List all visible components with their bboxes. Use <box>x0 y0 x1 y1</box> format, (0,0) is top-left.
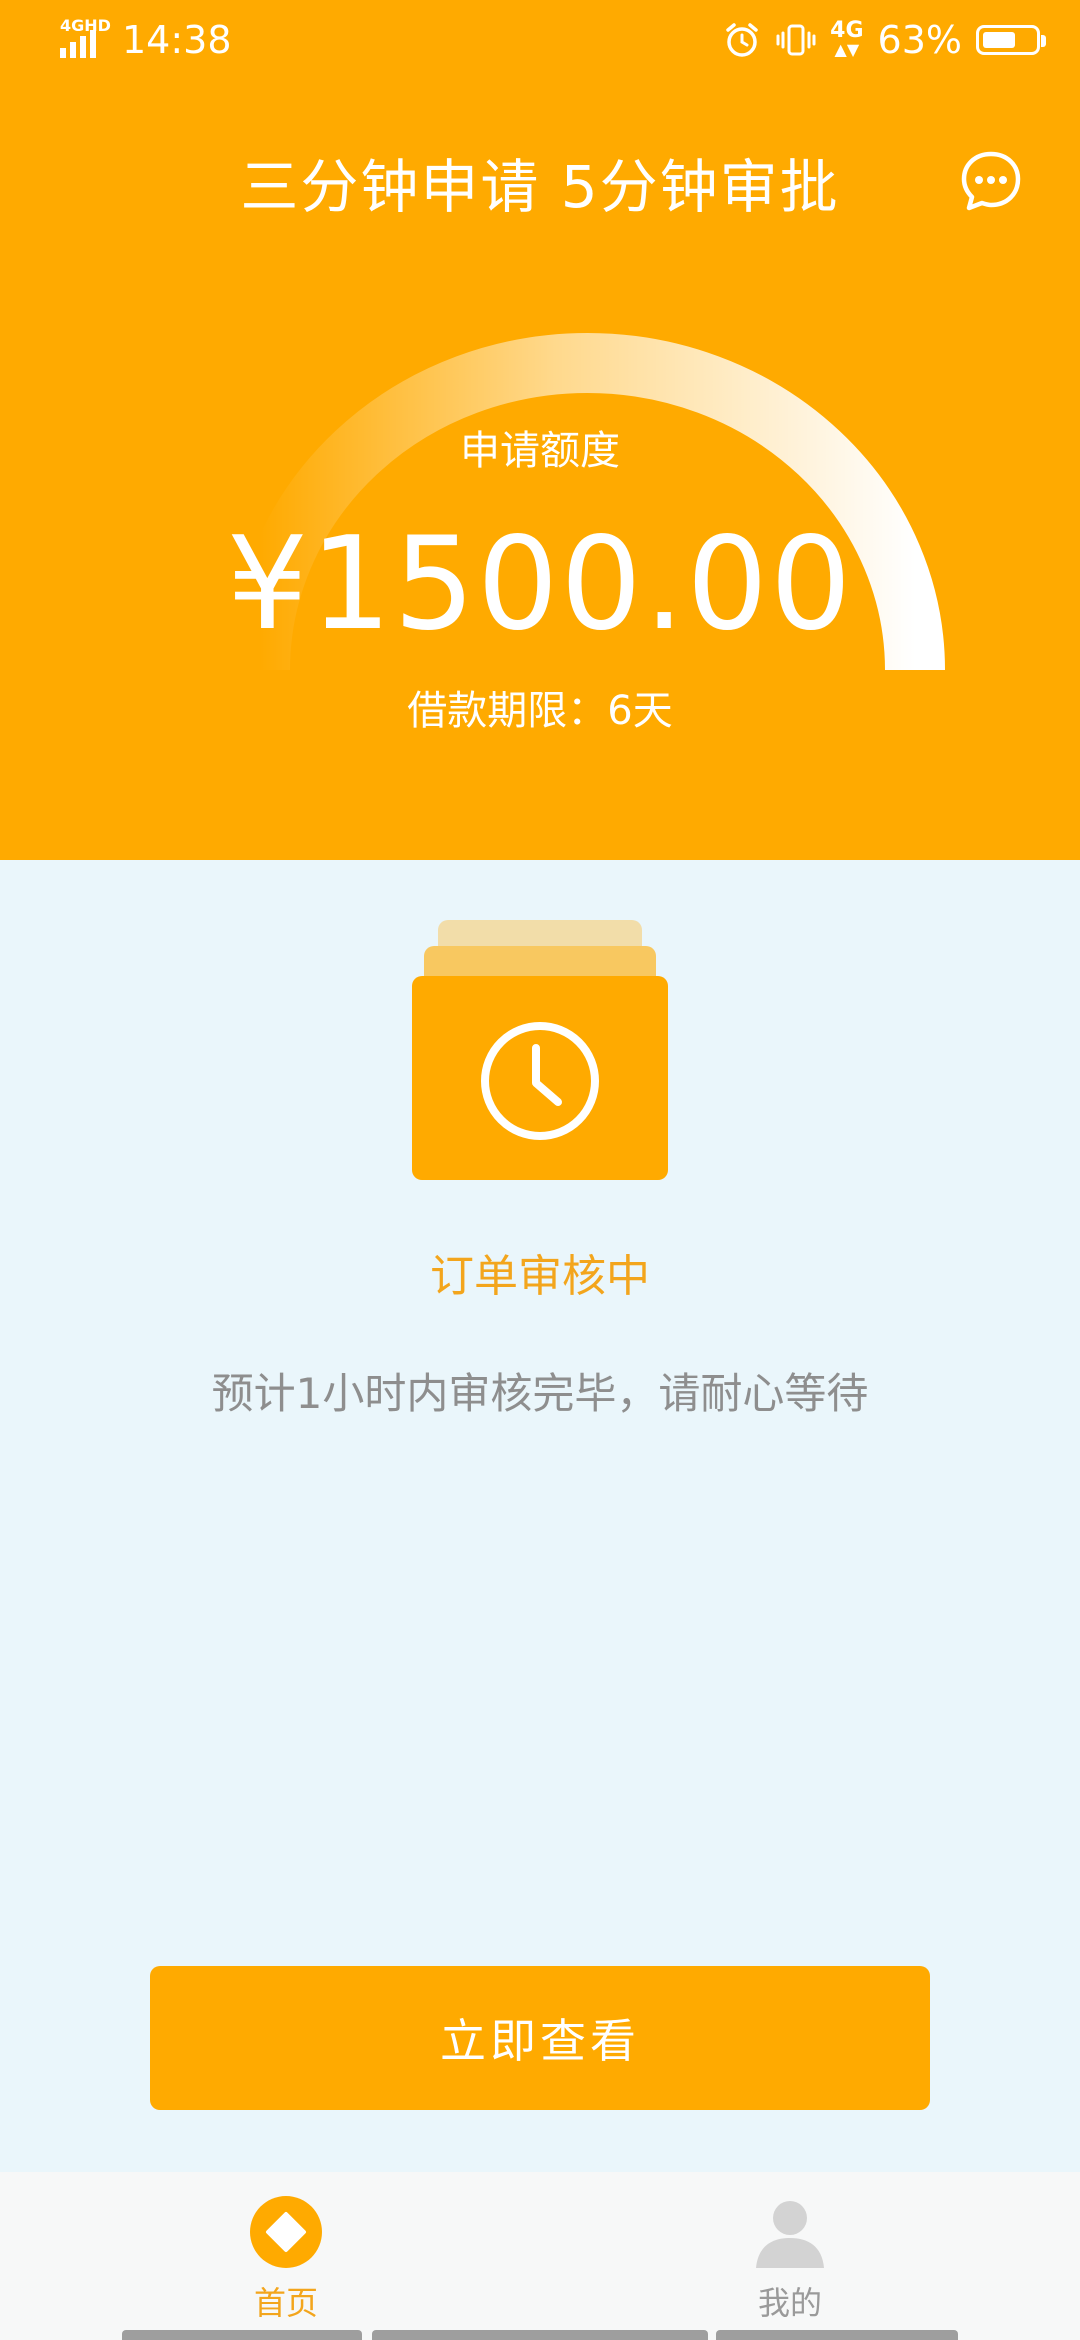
bottom-tab-bar: 首页 我的 <box>0 2172 1080 2340</box>
tab-mine[interactable]: 我的 <box>690 2194 890 2324</box>
signal-icon: 4GHD <box>60 16 111 60</box>
home-diamond-icon <box>250 2196 322 2268</box>
tab-home[interactable]: 首页 <box>186 2194 386 2324</box>
user-icon <box>756 2201 824 2268</box>
battery-icon <box>976 25 1046 55</box>
view-now-button[interactable]: 立即查看 <box>150 1966 930 2110</box>
tab-home-label: 首页 <box>253 2284 318 2322</box>
credit-label: 申请额度 <box>460 428 620 474</box>
loan-term: 借款期限：6天 <box>407 688 673 734</box>
status-bar-left: 4GHD 14:38 <box>60 16 232 62</box>
battery-fill <box>983 32 1015 48</box>
vibrate-icon <box>776 24 816 56</box>
chat-bubble-icon[interactable] <box>958 148 1024 214</box>
order-status-description: 预计1小时内审核完毕，请耐心等待 <box>211 1369 869 1418</box>
gesture-bar-left <box>122 2330 362 2340</box>
page-title: 三分钟申请 5分钟审批 <box>240 153 840 221</box>
tab-mine-label: 我的 <box>757 2284 822 2322</box>
alarm-icon <box>726 23 758 57</box>
status-time: 14:38 <box>122 18 232 62</box>
network-4g: 4G ▲▼ <box>830 17 864 59</box>
header-panel: 4GHD 14:38 4G ▲▼ 63% 三分钟申请 5分钟审批 申请额度 ¥1… <box>0 0 1080 860</box>
status-bar-right: 4G ▲▼ 63% <box>722 17 1046 62</box>
credit-amount: ¥1500.00 <box>226 510 854 659</box>
clock-icon <box>412 920 668 1180</box>
gesture-bar-middle <box>372 2330 708 2340</box>
order-status-title: 订单审核中 <box>430 1251 650 1302</box>
status-bar: 4GHD 14:38 4G ▲▼ 63% <box>0 0 1080 84</box>
gesture-bar-right <box>716 2330 958 2340</box>
battery-percent: 63% <box>877 18 962 62</box>
